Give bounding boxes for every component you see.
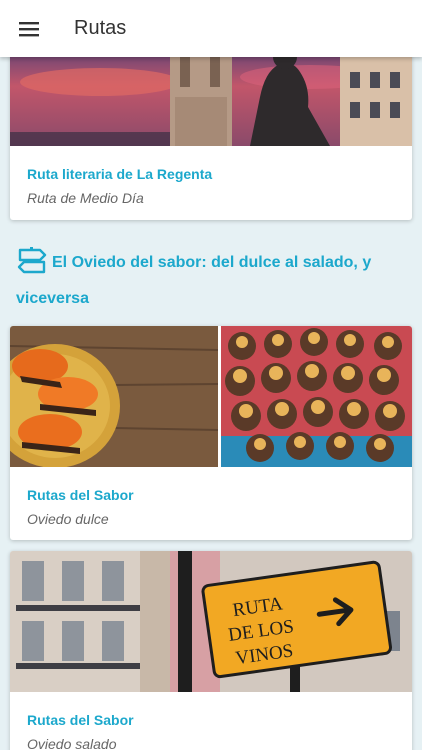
signpost-icon <box>16 247 48 285</box>
page-title: Rutas <box>74 17 127 39</box>
card-subtitle: Oviedo salado <box>27 736 117 750</box>
route-card-salado[interactable]: RUTA DE LOS VINOS Rutas del Sabor Oviedo… <box>10 551 412 750</box>
hamburger-menu-icon <box>19 21 39 36</box>
route-card-regenta[interactable]: Ruta literaria de La Regenta Ruta de Med… <box>10 37 412 220</box>
menu-button[interactable] <box>0 0 58 57</box>
pastries-and-chocolates-image <box>10 326 412 467</box>
app-bar: Rutas <box>0 0 422 57</box>
section-title: El Oviedo del sabor: del dulce al salado… <box>16 254 372 307</box>
card-subtitle: Oviedo dulce <box>27 511 109 527</box>
ruta-de-los-vinos-sign-image: RUTA DE LOS VINOS <box>10 551 412 692</box>
card-title[interactable]: Ruta literaria de La Regenta <box>27 166 395 182</box>
card-title[interactable]: Rutas del Sabor <box>27 712 395 728</box>
card-title[interactable]: Rutas del Sabor <box>27 487 395 503</box>
section-header: El Oviedo del sabor: del dulce al salado… <box>16 247 406 313</box>
card-subtitle: Ruta de Medio Día <box>27 190 144 206</box>
route-card-dulce[interactable]: Rutas del Sabor Oviedo dulce <box>10 326 412 540</box>
